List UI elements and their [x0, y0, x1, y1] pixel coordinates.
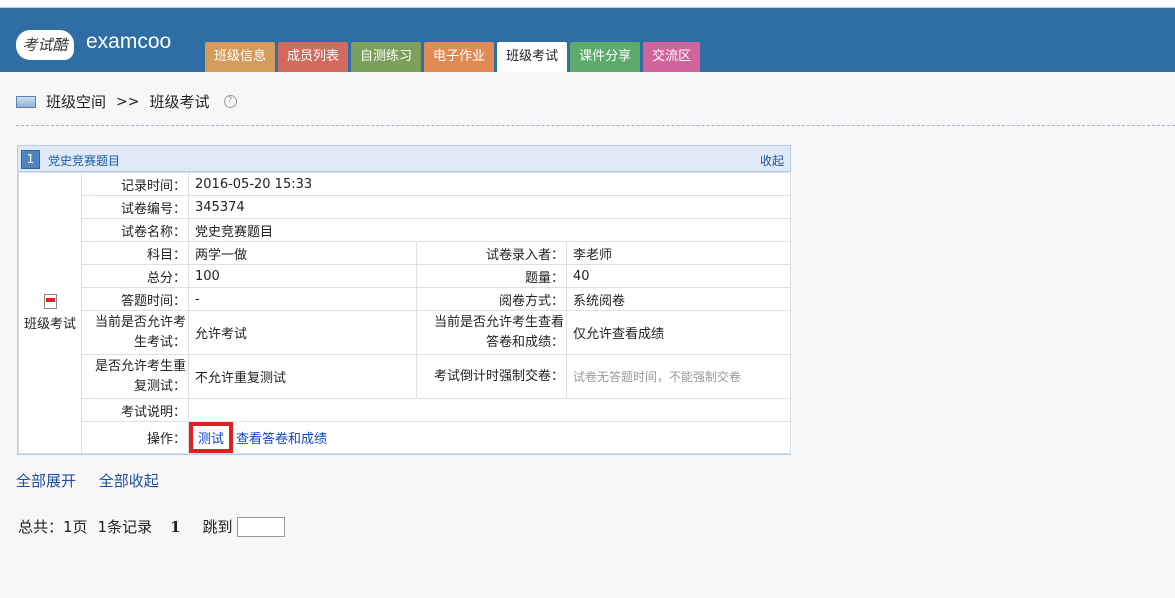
countdown-value: 试卷无答题时间，不能强制交卷 [565, 354, 792, 399]
collapse-all-link[interactable]: 全部收起 [99, 472, 159, 490]
brand-name[interactable]: examcoo [86, 30, 171, 54]
current-page: 1 [170, 517, 181, 536]
duration-label: 答题时间： [81, 287, 189, 311]
test-link[interactable]: 测试 [189, 422, 234, 453]
allow-exam-label: 当前是否允许考生考试： [81, 310, 189, 355]
question-count-label: 题量： [416, 264, 567, 288]
nav-tabs: 班级信息 成员列表 自测练习 电子作业 班级考试 课件分享 交流区 [205, 42, 703, 72]
tab-member-list[interactable]: 成员列表 [278, 42, 349, 72]
window-top-strip [0, 0, 1175, 8]
allow-view-label: 当前是否允许考生查看答卷和成绩： [416, 310, 567, 355]
allow-exam-value: 允许考试 [188, 310, 417, 355]
table-row: 考试说明： [19, 398, 792, 422]
paper-name-value: 党史竞赛题目 [187, 218, 792, 242]
pdf-doc-icon [43, 294, 57, 309]
table-row: 试卷名称： 党史竞赛题目 [19, 218, 792, 242]
grading-label: 阅卷方式： [416, 287, 567, 311]
table-row: 是否允许考生重复测试： 不允许重复测试 考试倒计时强制交卷： 试卷无答题时间，不… [19, 354, 792, 399]
question-count-value: 40 [565, 264, 792, 288]
exam-title[interactable]: 党史竞赛题目 [48, 152, 120, 169]
tab-courseware[interactable]: 课件分享 [570, 42, 641, 72]
allow-retest-value: 不允许重复测试 [188, 354, 417, 399]
tab-class-info[interactable]: 班级信息 [205, 42, 276, 72]
tab-forum[interactable]: 交流区 [643, 42, 701, 72]
paper-name-label: 试卷名称： [81, 218, 189, 242]
countdown-label: 考试倒计时强制交卷： [416, 354, 567, 399]
paper-no-label: 试卷编号： [81, 195, 189, 219]
tab-self-test[interactable]: 自测练习 [351, 42, 422, 72]
breadcrumb-separator: >> [116, 93, 140, 110]
exam-details-table: 班级考试 记录时间： 2016-05-20 15:33 试卷编号： 345374… [18, 172, 792, 454]
collapse-link[interactable]: 收起 [760, 152, 784, 169]
table-row: 总分： 100 题量： 40 [19, 264, 792, 288]
subject-value: 两学一做 [188, 241, 417, 265]
table-row: 班级考试 记录时间： 2016-05-20 15:33 [18, 172, 792, 454]
allow-retest-label: 是否允许考生重复测试： [81, 354, 189, 399]
examcoo-logo[interactable]: 考试酷 [16, 30, 74, 60]
breadcrumb-current: 班级考试 [149, 93, 210, 111]
table-row: 答题时间： - 阅卷方式： 系统阅卷 [19, 287, 792, 311]
jump-label: 跳到 [202, 518, 233, 536]
jump-page-input[interactable] [236, 516, 285, 537]
table-row: 试卷编号： 345374 [19, 195, 792, 219]
page-summary: 总共：1页 [18, 518, 88, 536]
question-circle-icon[interactable]: ? [223, 95, 237, 108]
exam-type-cell: 班级考试 [18, 172, 82, 454]
breadcrumb: 班级空间 >> 班级考试 ? [16, 91, 237, 112]
record-count: 1条记录 [97, 518, 153, 536]
description-value [187, 398, 792, 422]
table-row: 操作： 测试 查看答卷和成绩 [19, 421, 792, 454]
duration-value: - [188, 287, 417, 311]
exam-type-label: 班级考试 [23, 317, 76, 332]
pagination: 总共：1页 1条记录 1 跳到 [18, 516, 285, 537]
divider [16, 125, 1175, 126]
expand-all-link[interactable]: 全部展开 [16, 472, 76, 490]
header-bar: 考试酷 examcoo 班级信息 成员列表 自测练习 电子作业 班级考试 课件分… [0, 8, 1175, 72]
tab-homework[interactable]: 电子作业 [424, 42, 495, 72]
expand-collapse-links: 全部展开 全部收起 [16, 470, 177, 491]
subject-label: 科目： [81, 241, 189, 265]
author-value: 李老师 [565, 241, 792, 265]
description-label: 考试说明： [81, 398, 189, 422]
operations-cell: 测试 查看答卷和成绩 [187, 421, 792, 454]
table-row: 科目： 两学一做 试卷录入者： 李老师 [19, 241, 792, 265]
table-row: 当前是否允许考生考试： 允许考试 当前是否允许考生查看答卷和成绩： 仅允许查看成… [19, 310, 792, 355]
record-time-label: 记录时间： [81, 172, 189, 196]
paper-no-value: 345374 [187, 195, 792, 219]
grading-value: 系统阅卷 [565, 287, 792, 311]
view-answers-link[interactable]: 查看答卷和成绩 [236, 432, 327, 447]
author-label: 试卷录入者： [416, 241, 567, 265]
allow-view-value: 仅允许查看成绩 [565, 310, 792, 355]
exam-panel-header: 1 党史竞赛题目 收起 [18, 146, 790, 172]
exam-panel: 1 党史竞赛题目 收起 班级考试 记录时间： 2016-05-20 15:33 … [17, 145, 792, 455]
operations-label: 操作： [81, 421, 189, 454]
total-score-label: 总分： [81, 264, 189, 288]
tab-class-exam[interactable]: 班级考试 [497, 42, 568, 72]
exam-number-badge: 1 [21, 150, 40, 169]
record-time-value: 2016-05-20 15:33 [187, 172, 792, 196]
breadcrumb-root[interactable]: 班级空间 [46, 91, 106, 112]
class-space-icon [16, 95, 36, 108]
total-score-value: 100 [188, 264, 417, 288]
